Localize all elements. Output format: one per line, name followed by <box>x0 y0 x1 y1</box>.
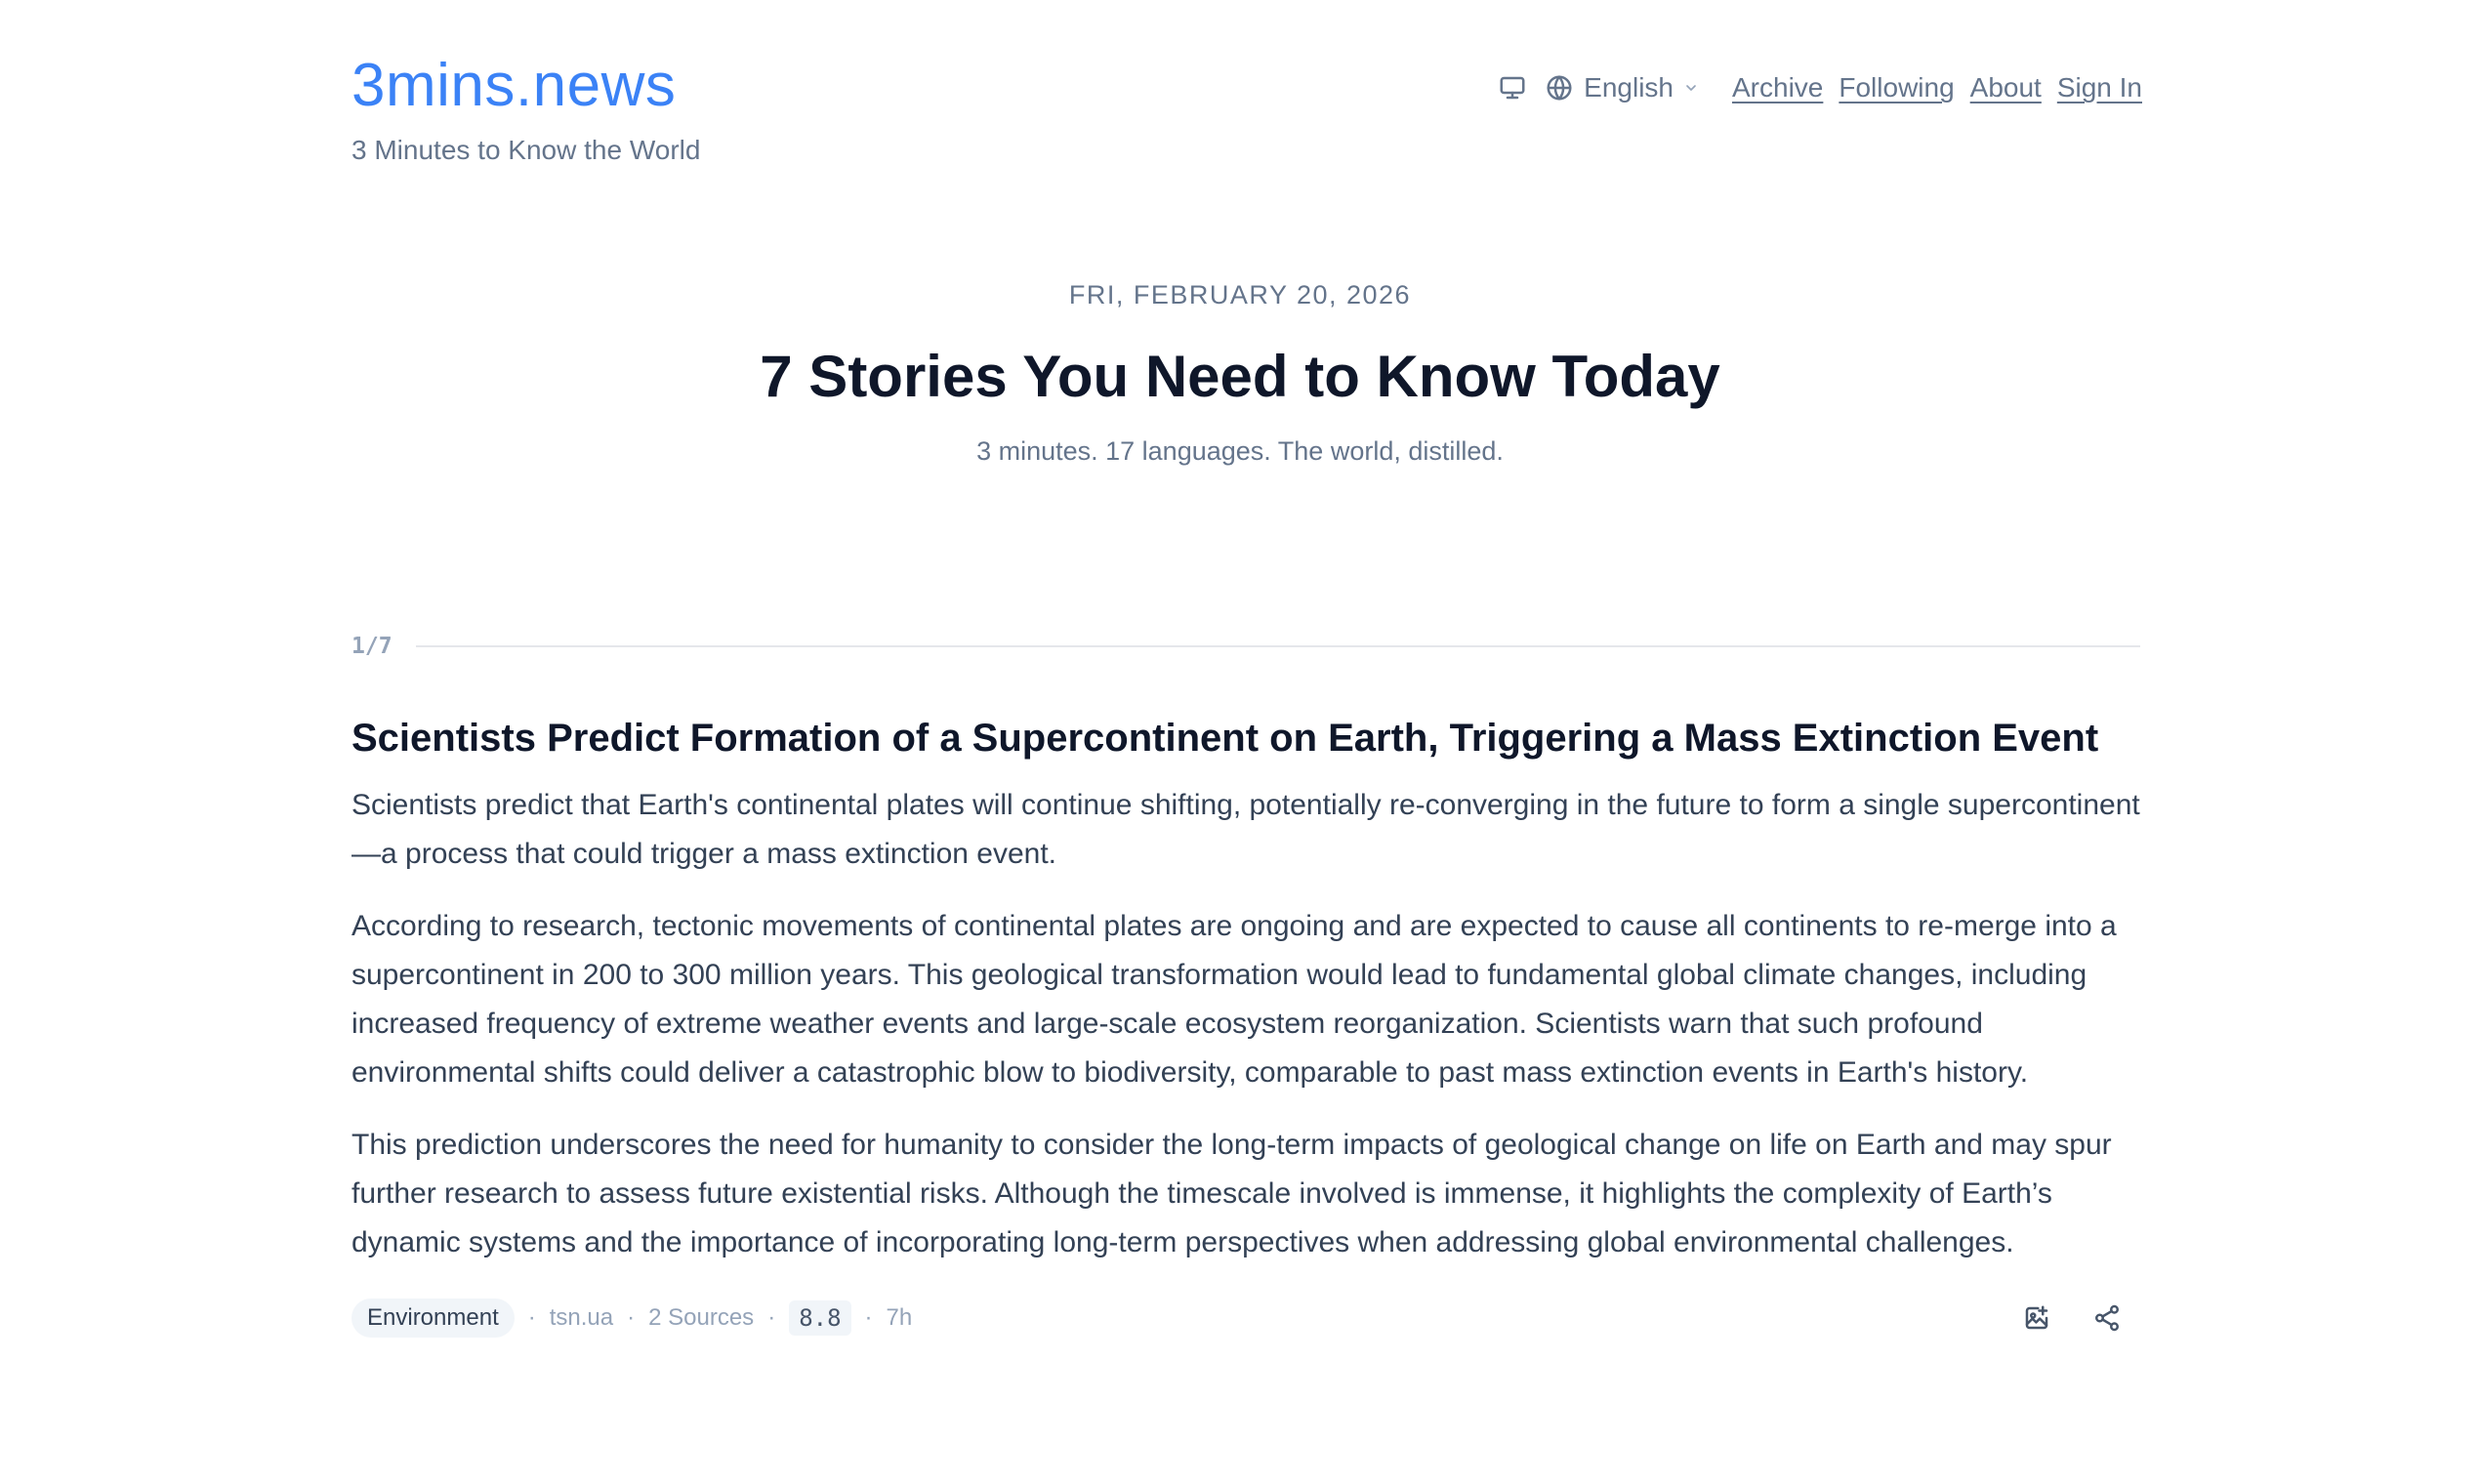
meta-separator: · <box>627 1304 636 1331</box>
nav-link-sign-in[interactable]: Sign In <box>2057 72 2142 103</box>
top-nav: English Archive Following About Sign In <box>1496 66 2142 109</box>
story-index: 1/7 <box>351 634 393 659</box>
source-name: tsn.ua <box>549 1304 614 1331</box>
story-age: 7h <box>886 1304 913 1331</box>
image-card-icon[interactable] <box>2017 1298 2056 1338</box>
meta-separator: · <box>767 1304 776 1331</box>
edition-date: FRI, FEBRUARY 20, 2026 <box>1068 280 1412 309</box>
share-icon[interactable] <box>2087 1298 2127 1338</box>
divider <box>415 645 2140 647</box>
story-paragraph: This prediction underscores the need for… <box>351 1129 2112 1258</box>
monitor-icon[interactable] <box>1496 71 1529 104</box>
story-title: Scientists Predict Formation of a Superc… <box>351 717 2099 760</box>
daily-hero: FRI, FEBRUARY 20, 2026 7 Stories You Nee… <box>0 277 2480 469</box>
story-card: 1/7 Scientists Predict Formation of a Su… <box>351 629 2140 1338</box>
story-paragraph: According to research, tectonic movement… <box>351 910 2117 1089</box>
nav-link-archive[interactable]: Archive <box>1732 72 1823 103</box>
language-label: English <box>1584 72 1674 103</box>
meta-separator: · <box>527 1304 536 1331</box>
site-tagline: 3 Minutes to Know the World <box>351 135 701 165</box>
page-title: 7 Stories You Need to Know Today <box>760 344 1720 409</box>
nav-link-about[interactable]: About <box>1970 72 2042 103</box>
story-paragraph: Scientists predict that Earth's continen… <box>351 789 2140 870</box>
sources-count[interactable]: 2 Sources <box>648 1304 754 1332</box>
category-badge[interactable]: Environment <box>351 1298 515 1338</box>
importance-score-badge: 8.8 <box>789 1300 851 1336</box>
nav-link-following[interactable]: Following <box>1839 72 1954 103</box>
story-index-row: 1/7 <box>351 629 2140 664</box>
site-logo-link[interactable]: 3mins.news <box>351 49 700 123</box>
language-selector[interactable]: English <box>1543 71 1699 104</box>
page-subtitle: 3 minutes. 17 languages. The world, dist… <box>976 436 1504 466</box>
story-body: Scientists predict that Earth's continen… <box>351 781 2140 1267</box>
chevron-down-icon <box>1683 80 1699 96</box>
brand: 3mins.news 3 Minutes to Know the World <box>351 49 700 168</box>
meta-separator: · <box>864 1304 873 1331</box>
globe-icon <box>1543 71 1576 104</box>
story-meta: Environment · tsn.ua · 2 Sources · 8.8 ·… <box>351 1298 2140 1338</box>
